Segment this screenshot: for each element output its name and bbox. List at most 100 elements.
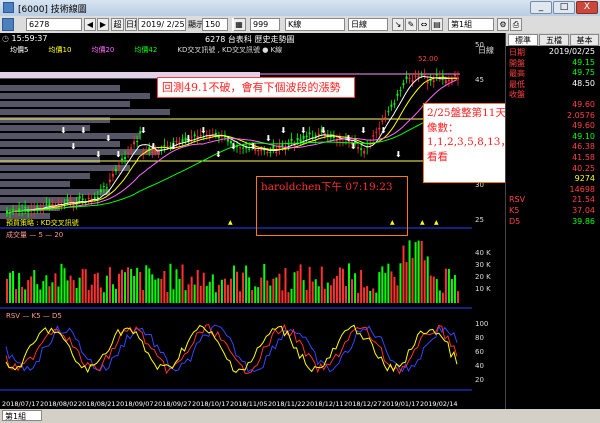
volume-bar	[145, 265, 148, 303]
tool-d-icon[interactable]: ▤	[431, 18, 443, 31]
tab-five-levels[interactable]: 五檔	[539, 34, 569, 46]
date-tick: 2018/09/27	[154, 400, 191, 408]
volume-bar	[39, 289, 42, 303]
candle-body	[133, 141, 136, 145]
right-scale: 50454035302540 K30 K20 K10 K10080604020	[472, 33, 505, 409]
volume-bar	[81, 268, 84, 303]
annotation-author[interactable]: haroldchen下午 07:19:23	[256, 176, 408, 236]
stock-code-input[interactable]: 6278	[26, 18, 82, 31]
volume-bar	[220, 279, 223, 303]
prev-icon[interactable]: ◀	[84, 18, 96, 31]
settings-icon[interactable]: ⚙	[497, 18, 509, 31]
candle-body	[266, 151, 269, 154]
signal-arrow: ⬇	[170, 142, 177, 151]
tab-basic[interactable]: 基本	[570, 34, 599, 46]
volume-bar	[78, 277, 81, 303]
volume-bar	[408, 240, 411, 303]
candle-body	[117, 165, 120, 167]
print-icon[interactable]: ⎙	[510, 18, 522, 31]
tool-b-icon[interactable]: ✎	[405, 18, 417, 31]
volume-bar	[124, 272, 127, 303]
menu-icon[interactable]	[2, 18, 14, 31]
volume-bar	[142, 290, 145, 303]
volume-bar	[287, 292, 290, 303]
date-select-button[interactable]: 日期	[125, 18, 137, 31]
display-count-input[interactable]: 150	[202, 18, 228, 31]
tab-standard[interactable]: 標準	[508, 34, 538, 46]
volume-bar	[384, 272, 387, 303]
date-input[interactable]: 2019/ 2/25	[138, 18, 186, 31]
candle-body	[272, 145, 275, 149]
volume-bar	[414, 242, 417, 303]
quote-row: 2.0576	[506, 111, 600, 122]
volume-bar	[42, 281, 45, 303]
volume-bar	[420, 240, 423, 303]
candle-body	[78, 196, 81, 199]
signal-arrow: ⬇	[140, 126, 147, 135]
volume-bar	[378, 272, 381, 303]
candle-body	[420, 74, 423, 76]
kd-tick: 80	[475, 334, 484, 342]
volume-profile-bar	[0, 133, 140, 139]
volume-bar	[390, 271, 393, 303]
kd-tick: 60	[475, 348, 484, 356]
volume-bar	[426, 256, 429, 303]
minimize-button[interactable]: _	[530, 1, 552, 14]
ma-legend: 均價5 均價10 均價20 均價42 KD交叉訊號 , KD交叉訊號 ● K線	[10, 45, 282, 55]
volume-bar	[233, 265, 235, 303]
candle-body	[302, 135, 305, 139]
maximize-button[interactable]: □	[553, 1, 575, 14]
candle-body	[269, 151, 272, 153]
days-input[interactable]: 999	[250, 18, 280, 31]
grid-icon[interactable]: ▦	[232, 18, 246, 31]
volume-bar	[411, 257, 414, 303]
tool-c-icon[interactable]: ⇔	[418, 18, 430, 31]
candle-body	[93, 197, 96, 199]
quote-row: 日期 2019/02/25	[506, 47, 600, 58]
period-label: 日線	[478, 46, 494, 55]
date-tick: 2019/02/14	[420, 400, 457, 408]
signal-arrow: ⬇	[280, 126, 287, 135]
volume-bar	[214, 292, 217, 303]
candle-body	[408, 78, 411, 80]
quote-row: 最低 48.50	[506, 79, 600, 90]
signal-legend: KD交叉訊號 , KD交叉訊號 ● K線	[177, 46, 283, 54]
candle-body	[18, 208, 21, 211]
candle-body	[12, 209, 15, 211]
signal-arrow: ⬇	[80, 126, 87, 135]
volume-bar	[456, 291, 459, 303]
volume-bar	[432, 276, 435, 303]
signal-arrow: ⬇	[95, 150, 102, 159]
tool-a-icon[interactable]: ↘	[392, 18, 404, 31]
quote-row: 14698	[506, 185, 600, 196]
next-icon[interactable]: ▶	[97, 18, 109, 31]
quote-panel: 標準 五檔 基本 日期 2019/02/25 開盤 49.15 最高 49.75 最低 48.…	[505, 33, 600, 409]
volume-bar	[453, 275, 456, 303]
quote-key: 開盤	[509, 58, 525, 68]
volume-profile-bar	[0, 165, 130, 171]
candle-body	[435, 74, 438, 76]
annotation-support[interactable]: 回測49.1不破，會有下個波段的漲勢	[157, 77, 355, 98]
kline-select[interactable]: K線	[285, 18, 345, 31]
volume-bar	[272, 278, 275, 303]
period-select[interactable]: 日線	[348, 18, 388, 31]
candle-body	[275, 151, 278, 154]
quote-key: 日期	[509, 48, 525, 57]
volume-bar	[266, 280, 269, 303]
volume-bar	[178, 278, 181, 303]
super-button[interactable]: 超	[111, 18, 124, 31]
status-bar: 第1組	[0, 409, 600, 423]
volume-bar	[208, 281, 211, 303]
candle-body	[108, 179, 111, 182]
candle-body	[381, 120, 384, 122]
volume-profile-bar	[0, 125, 90, 131]
volume-bar	[21, 286, 24, 303]
volume-bar	[9, 272, 12, 303]
layout-select[interactable]: 第1組	[448, 18, 494, 31]
kd-tick: 40	[475, 362, 484, 370]
signal-arrow: ⬇	[185, 134, 192, 143]
close-button[interactable]: X	[576, 1, 598, 14]
quote-key: D5	[509, 216, 521, 226]
candle-body	[130, 147, 133, 149]
group-tab[interactable]: 第1組	[2, 410, 42, 421]
